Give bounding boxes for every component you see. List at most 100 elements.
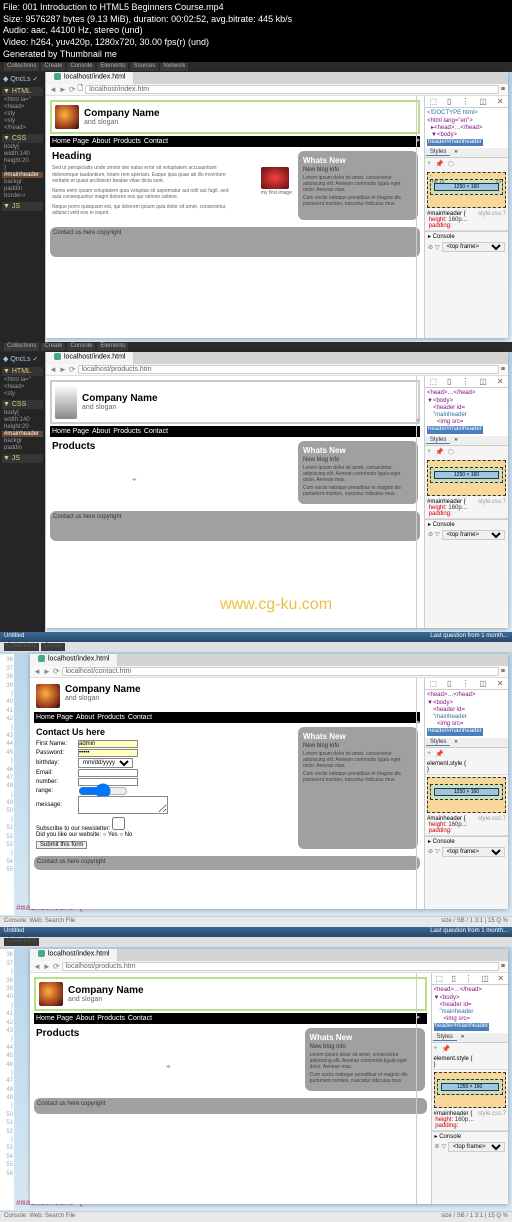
tab-more[interactable]: »: [450, 149, 461, 156]
menu-item[interactable]: Sources: [130, 63, 158, 71]
html-section[interactable]: ▼ HTML: [2, 367, 43, 376]
dom-node[interactable]: <header id=: [434, 1002, 506, 1009]
nav-home[interactable]: Home Page: [52, 138, 89, 145]
url-input[interactable]: localhost/index.htm: [85, 85, 499, 94]
close-icon[interactable]: ✕: [497, 377, 504, 386]
reload-icon[interactable]: ⟳: [69, 365, 76, 374]
filter-icon[interactable]: ▽: [435, 848, 440, 855]
menu-item[interactable]: Console: [67, 63, 95, 71]
clear-icon[interactable]: ⊘: [428, 848, 433, 855]
more-icon[interactable]: ⋮: [461, 377, 469, 386]
menu-item[interactable]: Create: [41, 63, 65, 71]
dom-node[interactable]: "mainheader: [427, 714, 506, 721]
nav-products[interactable]: Products: [113, 428, 141, 435]
dom-node[interactable]: <img src=: [427, 721, 506, 728]
pin-icon[interactable]: 📌: [435, 750, 444, 758]
nav-home[interactable]: Home Page: [52, 428, 89, 435]
inspect-icon[interactable]: ⬚: [435, 974, 443, 983]
clear-icon[interactable]: ⊘: [435, 1143, 440, 1150]
frame-select[interactable]: <top frame>: [448, 1142, 505, 1152]
css-rule[interactable]: element.style {}: [425, 760, 508, 775]
dom-node[interactable]: ▼<body>: [427, 700, 506, 707]
js-section[interactable]: ▼ JS: [2, 202, 43, 211]
dom-tree[interactable]: <head>…</head> ▼<body> <header id= "main…: [425, 690, 508, 737]
frame-select[interactable]: <top frame>: [442, 847, 505, 857]
birthday-input[interactable]: mm/dd/yyyy: [78, 758, 133, 768]
message-input[interactable]: [78, 796, 168, 814]
nav-about[interactable]: About: [92, 138, 110, 145]
add-icon[interactable]: +: [427, 448, 431, 456]
submit-button[interactable]: Submit this form: [36, 841, 87, 849]
tab-more[interactable]: »: [450, 739, 461, 746]
add-icon[interactable]: +: [427, 160, 431, 168]
dom-tree[interactable]: <head>…</head> ▼<body> <header id= "main…: [425, 388, 508, 435]
range-input[interactable]: [78, 787, 128, 795]
device-icon[interactable]: ▯: [447, 679, 451, 688]
url-input[interactable]: localhost/products.htm: [78, 365, 499, 374]
editor-tab[interactable]: ◆ QncLs ✓: [2, 354, 43, 364]
tab-styles[interactable]: Styles: [433, 1034, 457, 1041]
menu-icon[interactable]: ≡: [501, 86, 505, 93]
url-input[interactable]: localhost/contact.htm: [62, 667, 499, 676]
back-icon[interactable]: ◄: [49, 365, 57, 374]
nav-contact[interactable]: Contact: [128, 1015, 152, 1022]
nav-contact[interactable]: Contact: [144, 138, 168, 145]
dom-node[interactable]: <head>…</head>: [427, 692, 506, 699]
url-input[interactable]: localhost/products.htm: [62, 962, 499, 971]
nav-home[interactable]: Home Page: [36, 714, 73, 721]
devtools-splitter[interactable]: ▸: [416, 973, 420, 1204]
box-model[interactable]: - ng 15 15 1250 × 160: [427, 172, 506, 208]
reload-icon[interactable]: ⟳: [69, 85, 76, 94]
close-icon[interactable]: ✕: [497, 97, 504, 106]
tab-styles[interactable]: Styles: [426, 437, 450, 444]
add-icon[interactable]: +: [434, 1045, 438, 1053]
dock-icon[interactable]: ◫: [479, 679, 487, 688]
more-icon[interactable]: ⋮: [461, 679, 469, 688]
rule-source[interactable]: style.css:7: [478, 816, 506, 822]
reload-icon[interactable]: ⟳: [53, 962, 60, 971]
dock-icon[interactable]: ◫: [479, 377, 487, 386]
frame-select[interactable]: <top frame>: [442, 242, 505, 252]
subscribe-checkbox[interactable]: [112, 817, 125, 830]
browser-tab[interactable]: localhost/index.html: [30, 654, 118, 666]
dom-node[interactable]: <img src=: [427, 419, 506, 426]
device-icon[interactable]: ▯: [452, 974, 456, 983]
fname-input[interactable]: [78, 740, 138, 748]
dom-selected[interactable]: header#mainheader: [427, 426, 483, 433]
dom-node[interactable]: <head>…</head>: [427, 390, 506, 397]
console-toggle[interactable]: ▸ Console: [425, 836, 508, 846]
devtools-splitter[interactable]: ▸: [416, 678, 420, 909]
menu-item[interactable]: Collections: [4, 643, 39, 651]
menu-item[interactable]: Network: [160, 63, 188, 71]
dom-node[interactable]: "mainheader: [427, 412, 506, 419]
clear-icon[interactable]: ⊘: [428, 244, 433, 251]
dom-selected[interactable]: header#mainheader: [427, 728, 483, 735]
filter-icon[interactable]: ▽: [435, 244, 440, 251]
filter-icon[interactable]: ▽: [435, 531, 440, 538]
dock-icon[interactable]: ◫: [479, 97, 487, 106]
tab-more[interactable]: »: [450, 437, 461, 444]
nav-products[interactable]: Products: [113, 138, 141, 145]
tab-more[interactable]: »: [457, 1034, 468, 1041]
devtools-splitter[interactable]: ▸: [416, 376, 420, 628]
css-rule[interactable]: style.css:7 #mainheader { height: 160p… …: [425, 498, 508, 519]
inspect-icon[interactable]: ⬚: [429, 97, 437, 106]
menu-item[interactable]: Collections: [4, 938, 39, 946]
back-icon[interactable]: ◄: [33, 962, 41, 971]
dom-node[interactable]: ▼<body>: [427, 398, 506, 405]
dom-selected[interactable]: header#mainheader: [434, 1023, 490, 1030]
close-icon[interactable]: ✕: [497, 974, 504, 983]
dom-node[interactable]: <header id=: [427, 405, 506, 412]
inspect-icon[interactable]: ⬚: [429, 377, 437, 386]
add-icon[interactable]: +: [427, 750, 431, 758]
tab-styles[interactable]: Styles: [426, 739, 450, 746]
html-section[interactable]: ▼ HTML: [2, 87, 43, 96]
dom-tree[interactable]: <head>…</head> ▼<body> <header id= "main…: [432, 985, 508, 1032]
back-icon[interactable]: ◄: [33, 667, 41, 676]
browser-tab[interactable]: localhost/index.html: [30, 949, 118, 961]
nav-about[interactable]: About: [76, 714, 94, 721]
inspect-icon[interactable]: ⬚: [429, 679, 437, 688]
editor-tab[interactable]: ◆ QncLs ✓: [2, 74, 43, 84]
hov-icon[interactable]: ⬡: [448, 448, 454, 456]
dom-node[interactable]: ▼<body>: [434, 995, 506, 1002]
